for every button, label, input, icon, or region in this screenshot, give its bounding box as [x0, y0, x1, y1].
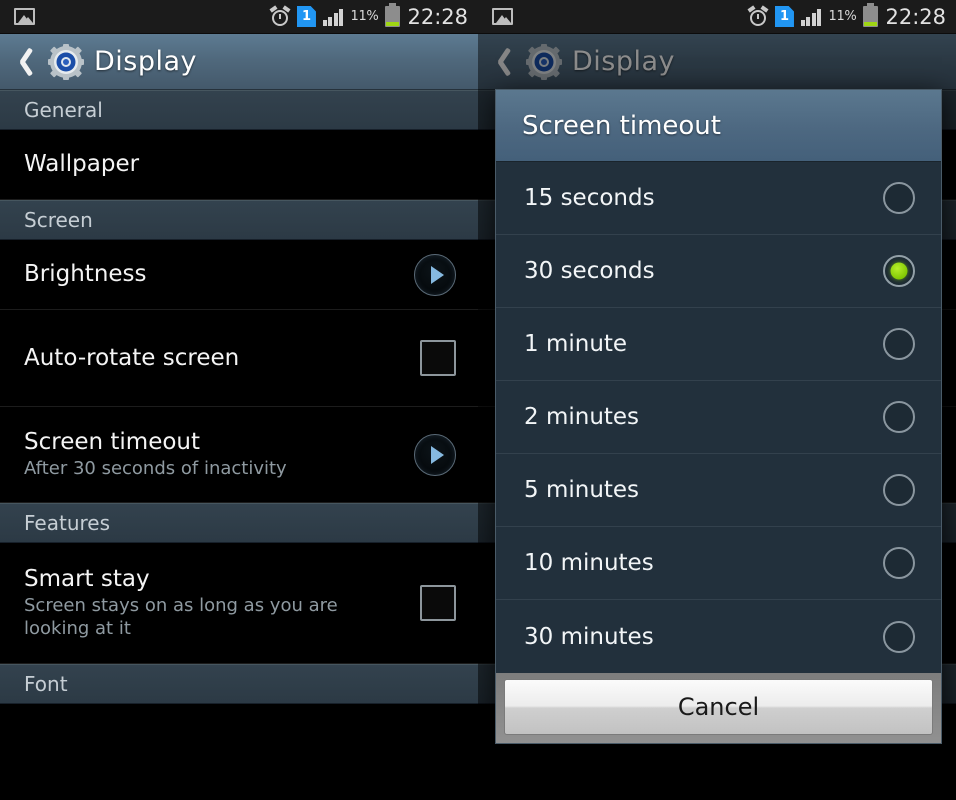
alarm-icon: [269, 4, 291, 27]
left-panel-display-settings: 1 11% 22:28 Display General Wallpaper Sc…: [0, 0, 478, 800]
list-item-auto-rotate-screen[interactable]: Auto-rotate screen: [0, 310, 478, 407]
section-header-label: Screen: [24, 208, 93, 232]
list-item-text: Brightness: [24, 261, 414, 287]
section-header-label: Font: [24, 672, 68, 696]
battery-percent-label: 11%: [350, 9, 379, 24]
option-30-minutes[interactable]: 30 minutes: [496, 600, 941, 673]
app-title-bar: Display: [478, 34, 956, 90]
list-item-subtitle: Screen stays on as long as you are looki…: [24, 595, 338, 639]
list-item-text: Screen timeout After 30 seconds of inact…: [24, 429, 414, 481]
status-bar-right: 1 11% 22:28: [269, 3, 468, 29]
auto-rotate-checkbox[interactable]: [420, 340, 456, 376]
section-header-general: General: [0, 90, 478, 130]
gallery-icon: [14, 8, 35, 25]
option-label: 5 minutes: [524, 477, 640, 503]
list-item-text: Smart stay Screen stays on as long as yo…: [24, 566, 420, 640]
radio-button-30-minutes[interactable]: [883, 620, 915, 653]
list-item-title: Screen timeout: [24, 428, 201, 455]
option-label: 1 minute: [524, 331, 628, 357]
list-item-text: Wallpaper: [24, 151, 456, 177]
settings-list: General Wallpaper Screen Brightness Auto…: [0, 90, 478, 704]
clock-label: 22:28: [407, 4, 468, 29]
signal-bars-icon: [322, 8, 344, 26]
section-header-features: Features: [0, 503, 478, 543]
option-label: 15 seconds: [524, 185, 655, 211]
screen-timeout-dialog: Screen timeout 15 seconds 30 seconds 1 m…: [495, 89, 942, 744]
list-item-text: Auto-rotate screen: [24, 345, 420, 371]
timeout-option-list: 15 seconds 30 seconds 1 minute 2 minutes: [496, 162, 941, 673]
list-item-screen-timeout[interactable]: Screen timeout After 30 seconds of inact…: [0, 407, 478, 503]
gallery-icon: [492, 8, 513, 25]
list-item-title: Smart stay: [24, 565, 150, 592]
clock-label: 22:28: [885, 4, 946, 29]
chevron-right-icon[interactable]: [414, 253, 456, 296]
section-header-label: General: [24, 98, 103, 122]
settings-gear-icon: [48, 43, 84, 80]
option-10-minutes[interactable]: 10 minutes: [496, 527, 941, 600]
dual-screenshot-wrapper: 1 11% 22:28 Display General Wallpaper Sc…: [0, 0, 956, 800]
option-label: 2 minutes: [524, 404, 640, 430]
section-header-screen: Screen: [0, 200, 478, 240]
list-item-brightness[interactable]: Brightness: [0, 240, 478, 310]
radio-button-5-minutes[interactable]: [883, 474, 915, 506]
option-1-minute[interactable]: 1 minute: [496, 308, 941, 381]
option-2-minutes[interactable]: 2 minutes: [496, 381, 941, 454]
cancel-button[interactable]: Cancel: [504, 679, 933, 735]
status-bar-left: [492, 8, 513, 25]
list-item-smart-stay[interactable]: Smart stay Screen stays on as long as yo…: [0, 543, 478, 664]
status-bar: 1 11% 22:28: [478, 0, 956, 34]
status-bar-right: 1 11% 22:28: [747, 3, 946, 29]
back-chevron-icon: [488, 44, 514, 80]
dialog-title-label: Screen timeout: [522, 110, 721, 141]
radio-button-1-minute[interactable]: [883, 328, 915, 360]
app-title-bar: Display: [0, 34, 478, 90]
page-title: Display: [572, 46, 676, 77]
sim-card-icon: 1: [774, 6, 794, 27]
section-header-font: Font: [0, 664, 478, 704]
sim-card-icon: 1: [296, 6, 316, 27]
battery-percent-label: 11%: [828, 9, 857, 24]
radio-button-15-seconds[interactable]: [883, 182, 915, 214]
settings-gear-icon: [526, 43, 562, 80]
right-panel-screen-timeout-dialog: 1 11% 22:28 Display Screen timeout 15 se…: [478, 0, 956, 800]
option-15-seconds[interactable]: 15 seconds: [496, 162, 941, 235]
option-label: 10 minutes: [524, 550, 654, 576]
status-bar: 1 11% 22:28: [0, 0, 478, 34]
option-30-seconds[interactable]: 30 seconds: [496, 235, 941, 308]
list-item-title: Brightness: [24, 261, 147, 288]
option-label: 30 seconds: [524, 258, 655, 284]
dialog-footer: Cancel: [496, 673, 941, 743]
smart-stay-checkbox[interactable]: [420, 585, 456, 621]
list-item-wallpaper[interactable]: Wallpaper: [0, 130, 478, 200]
page-title: Display: [94, 46, 198, 77]
section-header-label: Features: [24, 511, 110, 535]
status-bar-left: [14, 8, 35, 25]
list-item-title: Auto-rotate screen: [24, 344, 240, 371]
alarm-icon: [747, 4, 769, 27]
radio-button-10-minutes[interactable]: [883, 547, 915, 579]
option-5-minutes[interactable]: 5 minutes: [496, 454, 941, 527]
dialog-title-bar: Screen timeout: [496, 90, 941, 162]
battery-icon: [385, 3, 401, 27]
signal-bars-icon: [800, 8, 822, 26]
list-item-title: Wallpaper: [24, 151, 140, 178]
list-item-subtitle: After 30 seconds of inactivity: [24, 457, 287, 479]
option-label: 30 minutes: [524, 623, 654, 650]
back-chevron-icon[interactable]: [10, 44, 36, 80]
battery-icon: [863, 3, 879, 27]
chevron-right-icon[interactable]: [414, 433, 456, 476]
radio-button-30-seconds-selected[interactable]: [883, 255, 915, 287]
radio-button-2-minutes[interactable]: [883, 401, 915, 433]
